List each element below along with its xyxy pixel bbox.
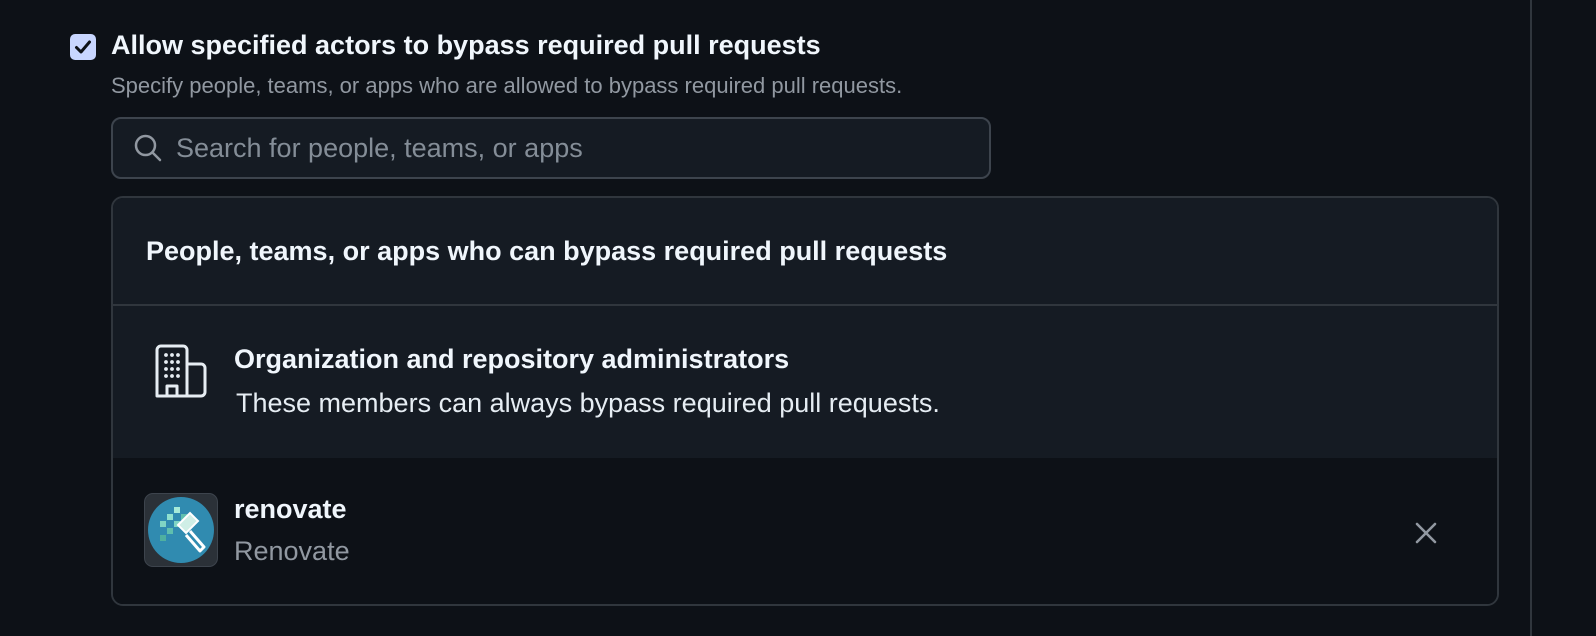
renovate-logo-icon [148, 497, 214, 563]
bypass-actors-panel: People, teams, or apps who can bypass re… [111, 196, 1499, 606]
bypass-option-description: Specify people, teams, or apps who are a… [111, 73, 903, 98]
panel-header: People, teams, or apps who can bypass re… [113, 198, 1497, 306]
search-input[interactable] [165, 118, 989, 178]
actor-row: renovate Renovate [113, 458, 1497, 604]
right-divider [1530, 0, 1532, 636]
admins-row: Organization and repository administrato… [113, 306, 1497, 458]
organization-icon [153, 342, 209, 398]
bypass-checkbox[interactable] [70, 34, 96, 60]
close-icon [1415, 522, 1437, 544]
bypass-option-row [70, 30, 96, 60]
admins-description: These members can always bypass required… [236, 388, 940, 418]
bypass-option-title[interactable]: Allow specified actors to bypass require… [111, 30, 821, 61]
branch-protection-page: Allow specified actors to bypass require… [0, 0, 1596, 636]
panel-header-title: People, teams, or apps who can bypass re… [146, 235, 948, 266]
search-icon [131, 131, 165, 165]
remove-actor-button[interactable] [1409, 516, 1443, 550]
actor-search-box[interactable] [111, 117, 991, 179]
checkmark-icon [75, 40, 91, 54]
admins-title: Organization and repository administrato… [234, 344, 790, 374]
actor-name: renovate [234, 494, 347, 524]
actor-login: Renovate [234, 536, 350, 566]
avatar [144, 493, 218, 567]
